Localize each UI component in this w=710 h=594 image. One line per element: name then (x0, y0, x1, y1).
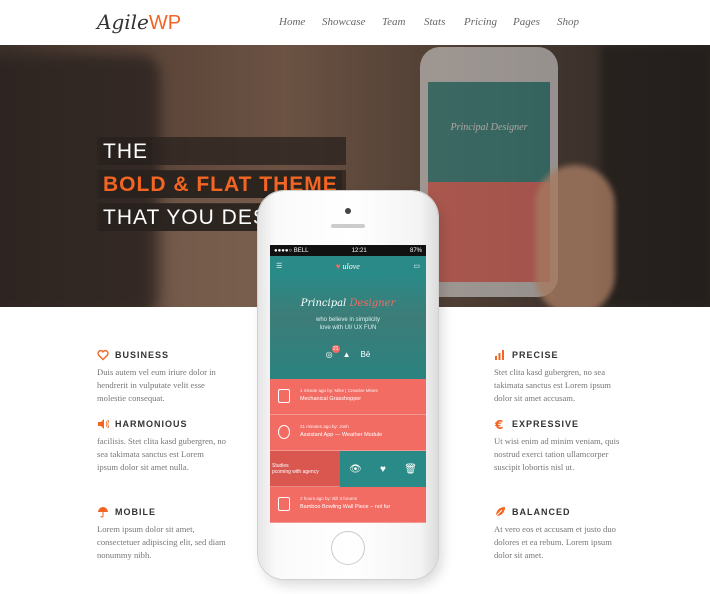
background-phone-screen: Principal Designer (428, 82, 550, 282)
feature-harmonious: HARMONIOUS facilisis. Stet clita kasd gu… (97, 417, 227, 474)
nav-showcase[interactable]: Showcase (322, 16, 365, 28)
nav-team[interactable]: Team (382, 16, 405, 28)
heart-icon[interactable]: ♥ (380, 464, 386, 475)
headline-line-1: THE (100, 138, 152, 165)
nav-shop[interactable]: Shop (557, 16, 579, 28)
feed-message: Studies pcoming with agency (272, 463, 319, 475)
feature-mobile: MOBILE Lorem ipsum dolor sit amet, conse… (97, 505, 227, 562)
phone-icon (278, 389, 290, 403)
heart-logo-icon: ♥ (335, 261, 341, 271)
feed-meta: 1 minute ago by: Mike | Creative Mines (300, 388, 378, 393)
profile-subtitle: who believe in simplicity love with UI/ U… (315, 317, 381, 331)
feed-item[interactable]: 1 minute ago by: Mike | Creative Mines M… (270, 379, 426, 415)
feature-title: BUSINESS (97, 348, 227, 362)
feed-message: Mechanical Grasshopper (300, 396, 362, 402)
logo[interactable]: AgileWP (97, 10, 181, 35)
feed-item[interactable]: 2 hours ago by: Bill 3 forums Bamboo Bow… (270, 487, 426, 523)
euro-icon: € (494, 418, 504, 430)
feature-title: MOBILE (97, 505, 227, 519)
dribbble-icon[interactable]: ◎ 21 (326, 345, 340, 359)
background-phone-title: Principal Designer (450, 122, 528, 133)
feature-text: Ut wisi enim ad minim veniam, quis nostr… (494, 436, 620, 472)
umbrella-icon (98, 507, 108, 518)
feed-message: Bamboo Bowling Wall Piece – not fur (300, 504, 391, 510)
menu-icon[interactable]: ☰ (276, 262, 282, 270)
feature-business: BUSINESS Duis autem vel eum iriure dolor… (97, 348, 227, 405)
leaf-icon (495, 507, 505, 517)
swipe-actions: 👁 ♥ 🗑 (340, 451, 426, 487)
nav-home[interactable]: Home (279, 16, 305, 28)
home-button (331, 531, 365, 565)
battery-text: 87% (409, 247, 422, 254)
feature-precise: PRECISE Stet clita kasd gubergren, no se… (494, 348, 624, 405)
nav-stats[interactable]: Stats (424, 16, 445, 28)
feature-text: Stet clita kasd gubergren, no sea takima… (494, 367, 611, 403)
easel-icon (278, 497, 290, 511)
feed-item-swiped[interactable]: Studies pcoming with agency 👁 ♥ 🗑 (270, 451, 426, 487)
triangle-icon[interactable]: ▲ (343, 350, 351, 359)
eye-icon[interactable]: 👁 (349, 464, 362, 475)
hero-bg-shape (600, 45, 710, 307)
nav-pages[interactable]: Pages (513, 16, 540, 28)
feature-title: PRECISE (494, 348, 624, 362)
feature-title: HARMONIOUS (97, 417, 227, 431)
clock-text: 12:21 (351, 247, 367, 254)
inbox-icon[interactable]: ▭ (413, 262, 420, 270)
background-phone-feed (428, 182, 550, 282)
feature-text: At vero eos et accusam et justo duo dolo… (494, 524, 616, 560)
site-header: AgileWP Home Showcase Team Stats Pricing… (0, 0, 710, 45)
feature-text: Lorem ipsum dolor sit amet, consectetuer… (97, 524, 226, 560)
feature-text: Duis autem vel eum iriure dolor in hendr… (97, 367, 216, 403)
speaker-icon (98, 419, 109, 429)
hand-image (535, 165, 615, 307)
phone-screen: ●●●●○ BELL 12:21 87% ☰ ♥ ulove ▭ Princip… (270, 245, 426, 523)
profile-hero: Principal Designer who believe in simpli… (270, 276, 426, 379)
feature-title: BALANCED (494, 505, 624, 519)
phone-speaker (331, 224, 365, 228)
feed-meta: 2 hours ago by: Bill 3 forums (300, 496, 358, 501)
activity-feed: 1 minute ago by: Mike | Creative Mines M… (270, 379, 426, 523)
bars-icon (495, 350, 504, 360)
notification-badge: 21 (331, 345, 340, 353)
feed-message: Assistant App — Weather Module (300, 432, 383, 438)
feature-expressive: € EXPRESSIVE Ut wisi enim ad minim venia… (494, 417, 624, 474)
feature-title: € EXPRESSIVE (494, 418, 580, 430)
status-bar: ●●●●○ BELL 12:21 87% (270, 245, 426, 256)
profile-title: Principal Designer (300, 298, 396, 309)
app-header: ☰ ♥ ulove ▭ (270, 256, 426, 276)
phone-mockup: ●●●●○ BELL 12:21 87% ☰ ♥ ulove ▭ Princip… (258, 191, 438, 579)
app-brand: ♥ ulove (335, 261, 360, 271)
heart-icon (97, 349, 109, 361)
behance-icon[interactable]: Bē (361, 350, 371, 359)
trash-icon[interactable]: 🗑 (404, 464, 417, 475)
nav-pricing[interactable]: Pricing (464, 16, 497, 28)
carrier-text: ●●●●○ BELL (274, 247, 309, 254)
feed-meta: 21 minutes ago by: Josh (300, 424, 349, 429)
phone-camera (345, 208, 351, 214)
feature-text: facilisis. Stet clita kasd gubergren, no… (97, 436, 226, 472)
feature-balanced: BALANCED At vero eos et accusam et justo… (494, 505, 624, 562)
social-icons: ◎ 21 ▲ Bē (270, 345, 426, 359)
weather-icon (278, 425, 290, 439)
feed-item[interactable]: 21 minutes ago by: Josh Assistant App — … (270, 415, 426, 451)
svg-text:€: € (494, 418, 504, 430)
